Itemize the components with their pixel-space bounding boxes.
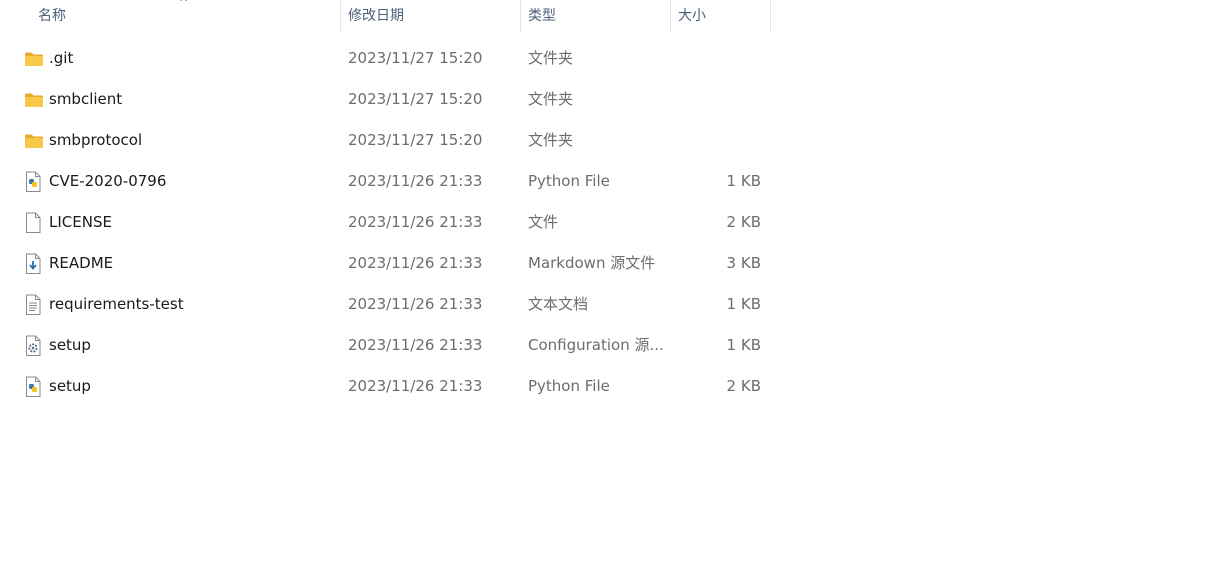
file-type: Configuration 源...: [528, 336, 664, 354]
folder-icon: [24, 38, 44, 79]
file-explorer: 名称 ^ 修改日期 类型 大小 .git 2023/11/27 15:20 文件夹 s…: [0, 0, 1206, 570]
column-header-modified-label: 修改日期: [348, 8, 404, 24]
file-size: 1 KB: [726, 336, 761, 354]
file-type: 文件夹: [528, 131, 574, 149]
file-modified-date: 2023/11/26 21:33: [348, 295, 483, 313]
file-size: 1 KB: [726, 172, 761, 190]
column-header-bar: 名称 ^ 修改日期 类型 大小: [0, 0, 1206, 32]
file-row[interactable]: requirements-test 2023/11/26 21:33 文本文档 1 K…: [0, 284, 780, 325]
file-name[interactable]: setup: [49, 325, 91, 366]
file-row[interactable]: setup 2023/11/26 21:33 Configuration 源... 1…: [0, 325, 780, 366]
file-name[interactable]: setup: [49, 366, 91, 407]
python-file-icon: [24, 161, 44, 202]
file-type: 文件夹: [528, 49, 574, 67]
file-modified-date: 2023/11/26 21:33: [348, 377, 483, 395]
file-type: 文本文档: [528, 295, 589, 313]
file-type: 文件: [528, 213, 559, 231]
file-size: 1 KB: [726, 295, 761, 313]
column-header-type[interactable]: 类型: [520, 0, 670, 32]
file-row[interactable]: LICENSE 2023/11/26 21:33 文件 2 KB: [0, 202, 780, 243]
file-type: Markdown 源文件: [528, 254, 656, 272]
blank-file-icon: [24, 202, 44, 243]
file-size: 2 KB: [726, 213, 761, 231]
column-header-modified[interactable]: 修改日期: [340, 0, 520, 32]
column-divider[interactable]: [770, 0, 771, 32]
file-row[interactable]: .git 2023/11/27 15:20 文件夹: [0, 38, 780, 79]
file-row[interactable]: README 2023/11/26 21:33 Markdown 源文件 3 KB: [0, 243, 780, 284]
python-file-icon: [24, 366, 44, 407]
folder-icon: [24, 79, 44, 120]
file-type: 文件夹: [528, 90, 574, 108]
column-header-size-label: 大小: [678, 8, 706, 24]
config-file-icon: [24, 325, 44, 366]
file-name[interactable]: README: [49, 243, 113, 284]
file-size: 3 KB: [726, 254, 761, 272]
file-row[interactable]: setup 2023/11/26 21:33 Python File 2 KB: [0, 366, 780, 407]
file-name[interactable]: smbclient: [49, 79, 122, 120]
file-modified-date: 2023/11/26 21:33: [348, 213, 483, 231]
file-name[interactable]: CVE-2020-0796: [49, 161, 166, 202]
file-modified-date: 2023/11/26 21:33: [348, 172, 483, 190]
column-header-name-label: 名称: [38, 8, 66, 24]
file-size: 2 KB: [726, 377, 761, 395]
file-type: Python File: [528, 172, 610, 190]
column-header-type-label: 类型: [528, 8, 556, 24]
folder-icon: [24, 120, 44, 161]
file-size: [680, 120, 761, 161]
file-name[interactable]: .git: [49, 38, 73, 79]
file-type: Python File: [528, 377, 610, 395]
file-name[interactable]: LICENSE: [49, 202, 112, 243]
file-row[interactable]: smbprotocol 2023/11/27 15:20 文件夹: [0, 120, 780, 161]
file-modified-date: 2023/11/27 15:20: [348, 131, 483, 149]
file-list: .git 2023/11/27 15:20 文件夹 smbclient 2023/11/…: [0, 38, 1206, 407]
file-modified-date: 2023/11/26 21:33: [348, 336, 483, 354]
file-modified-date: 2023/11/27 15:20: [348, 49, 483, 67]
file-modified-date: 2023/11/26 21:33: [348, 254, 483, 272]
sort-ascending-icon: ^: [179, 0, 189, 9]
file-size: [680, 79, 761, 120]
markdown-file-icon: [24, 243, 44, 284]
file-name[interactable]: requirements-test: [49, 284, 184, 325]
file-row[interactable]: CVE-2020-0796 2023/11/26 21:33 Python File…: [0, 161, 780, 202]
file-row[interactable]: smbclient 2023/11/27 15:20 文件夹: [0, 79, 780, 120]
column-header-size[interactable]: 大小: [670, 0, 770, 32]
file-name[interactable]: smbprotocol: [49, 120, 142, 161]
text-file-icon: [24, 284, 44, 325]
file-modified-date: 2023/11/27 15:20: [348, 90, 483, 108]
file-size: [680, 38, 761, 79]
